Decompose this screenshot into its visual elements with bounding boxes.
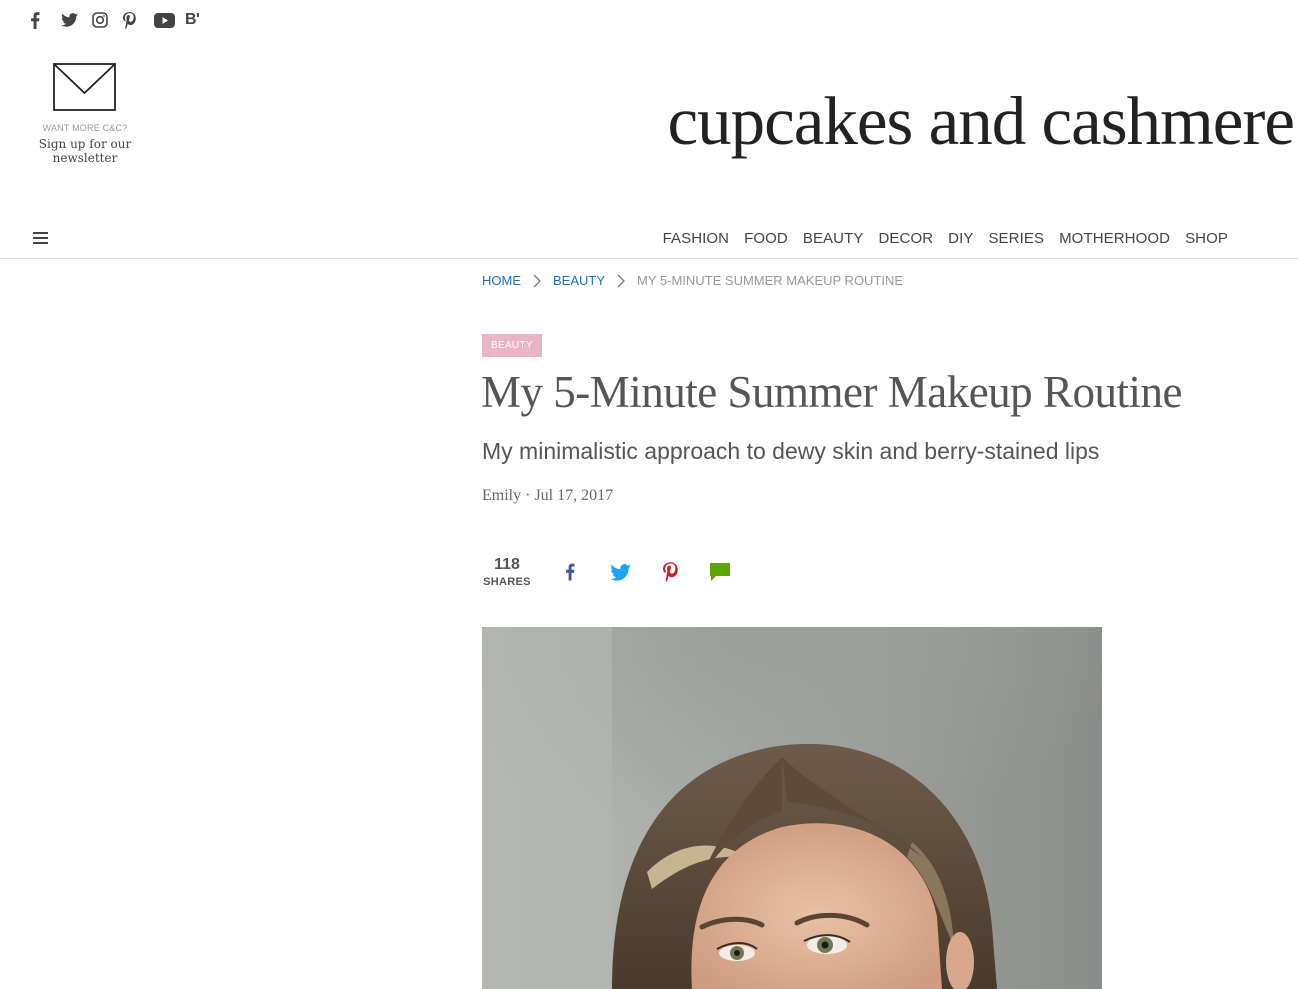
category-badge[interactable]: BEAUTY	[482, 334, 542, 357]
twitter-icon[interactable]	[61, 10, 92, 30]
breadcrumb-current: MY 5-MINUTE SUMMER MAKEUP ROUTINE	[637, 273, 904, 288]
share-facebook-button[interactable]	[545, 560, 595, 584]
main-nav: FASHION FOOD BEAUTY DECOR DIY SERIES MOT…	[663, 230, 1228, 247]
nav-item-fashion[interactable]: FASHION	[663, 230, 730, 247]
instagram-icon[interactable]	[92, 10, 123, 30]
chevron-right-icon	[617, 274, 625, 288]
menu-icon[interactable]	[33, 232, 48, 245]
breadcrumb-section[interactable]: BEAUTY	[553, 273, 605, 288]
article-title: My 5-Minute Summer Makeup Routine	[481, 367, 1182, 417]
newsletter-signup[interactable]: WANT MORE C&C? Sign up for our newslette…	[30, 63, 140, 165]
comment-icon	[710, 563, 730, 581]
share-counter: 118 SHARES	[482, 556, 532, 588]
youtube-icon[interactable]	[154, 10, 185, 30]
share-twitter-button[interactable]	[595, 560, 645, 584]
share-buttons	[545, 560, 745, 584]
share-label: SHARES	[483, 576, 531, 588]
header-divider	[0, 258, 1298, 259]
newsletter-label: WANT MORE C&C?	[42, 123, 128, 133]
hero-image	[482, 627, 1102, 989]
breadcrumb: HOME BEAUTY MY 5-MINUTE SUMMER MAKEUP RO…	[482, 273, 903, 288]
nav-item-beauty[interactable]: BEAUTY	[803, 230, 864, 247]
nav-item-motherhood[interactable]: MOTHERHOOD	[1059, 230, 1170, 247]
newsletter-cta[interactable]: Sign up for our newsletter	[30, 137, 140, 165]
article-byline: Emily · Jul 17, 2017	[482, 487, 614, 504]
pinterest-icon	[662, 562, 678, 582]
envelope-icon	[53, 63, 116, 111]
pinterest-icon[interactable]	[123, 10, 154, 30]
nav-item-decor[interactable]: DECOR	[878, 230, 933, 247]
comments-button[interactable]	[695, 560, 745, 584]
twitter-icon	[609, 563, 631, 581]
nav-item-food[interactable]: FOOD	[744, 230, 788, 247]
facebook-icon	[566, 563, 575, 581]
breadcrumb-home[interactable]: HOME	[482, 273, 521, 288]
chevron-right-icon	[533, 274, 541, 288]
site-logo[interactable]: cupcakes and cashmere	[668, 82, 1295, 161]
share-pinterest-button[interactable]	[645, 560, 695, 584]
nav-item-diy[interactable]: DIY	[948, 230, 973, 247]
bloglovin-icon[interactable]: B'	[185, 10, 216, 30]
share-count: 118	[494, 556, 520, 573]
nav-item-shop[interactable]: SHOP	[1185, 230, 1228, 247]
social-links: B'	[30, 10, 216, 30]
article-subtitle: My minimalistic approach to dewy skin an…	[482, 438, 1100, 464]
facebook-icon[interactable]	[30, 10, 61, 30]
nav-item-series[interactable]: SERIES	[988, 230, 1044, 247]
